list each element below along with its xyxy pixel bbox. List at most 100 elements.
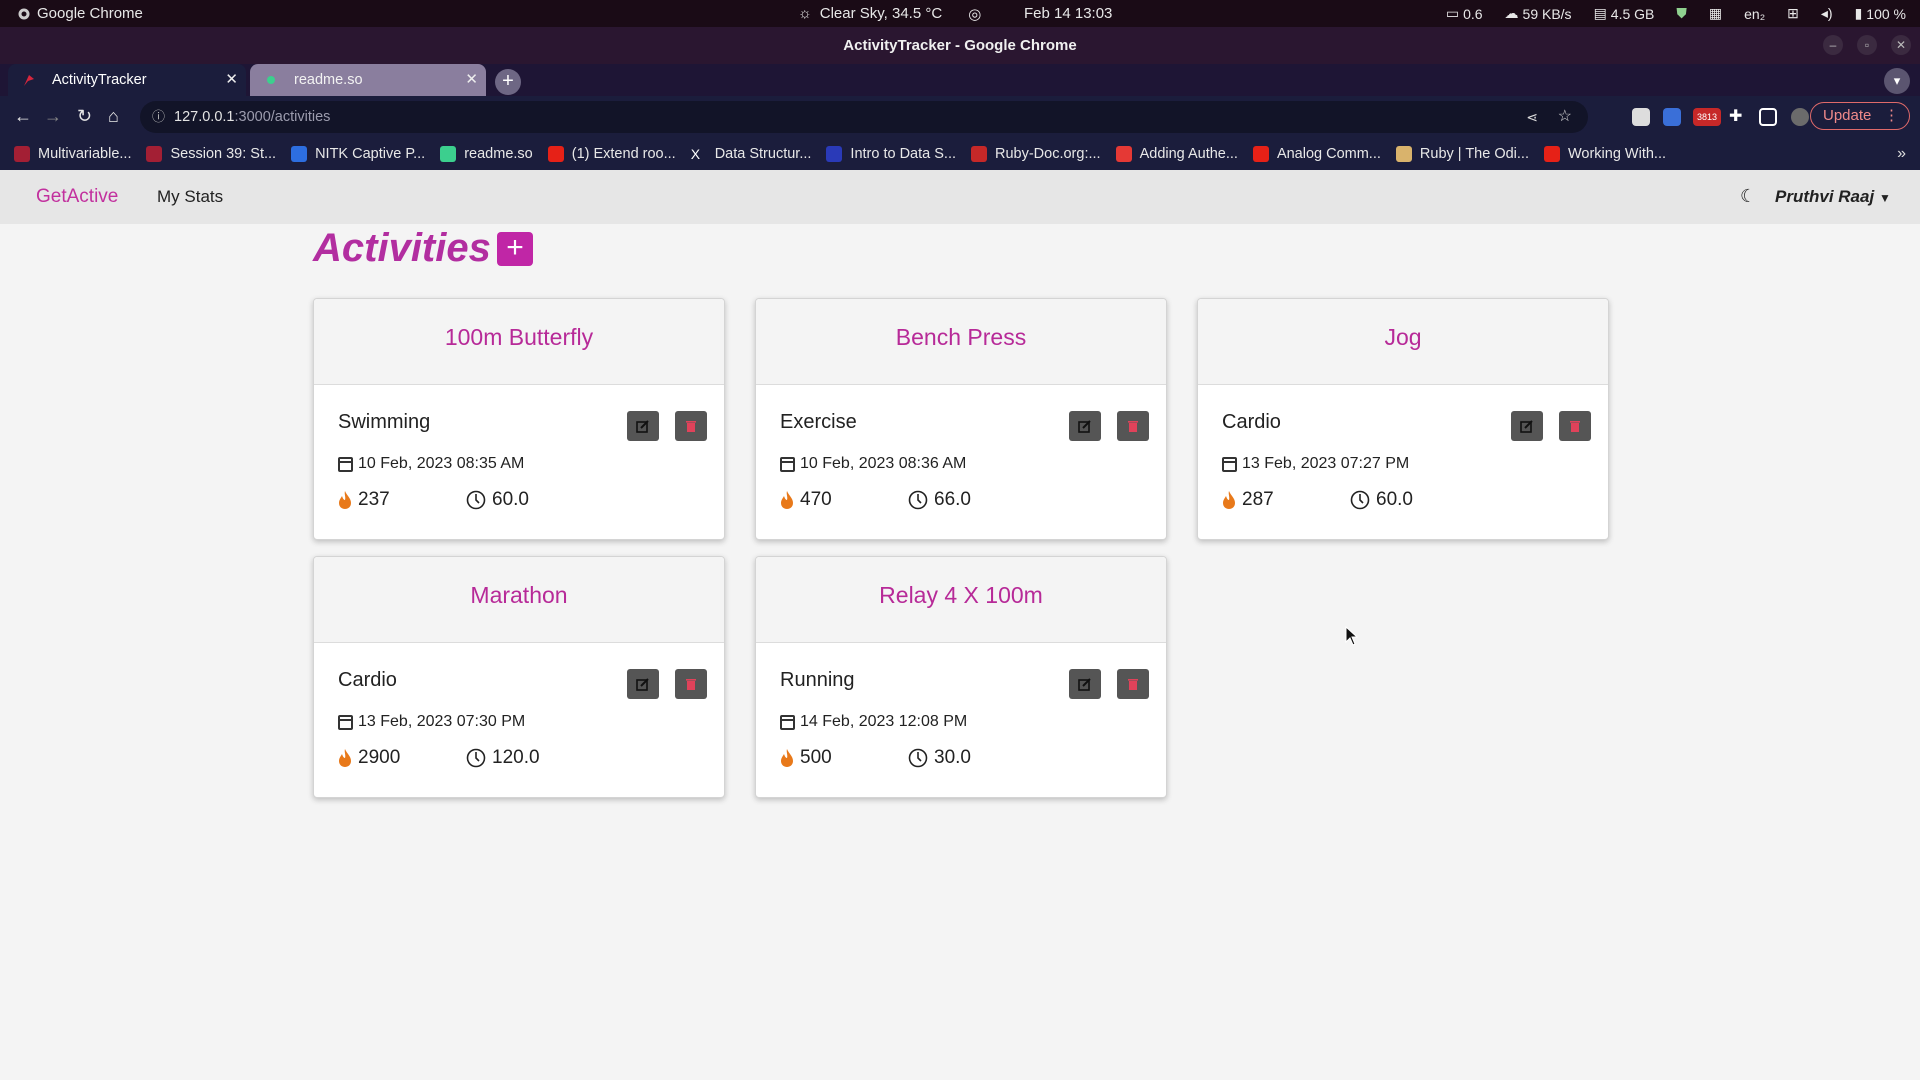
edit-button[interactable] <box>627 669 659 699</box>
extension-badge-icon[interactable]: 3813 <box>1693 108 1721 126</box>
memory-icon: ▤ <box>1593 5 1607 21</box>
delete-button[interactable] <box>1117 411 1149 441</box>
bookmark-star-icon[interactable]: ☆ <box>1558 101 1572 133</box>
sidepanel-icon[interactable] <box>1759 108 1777 126</box>
bookmark-item[interactable]: readme.so <box>440 146 533 162</box>
calories-value: 470 <box>800 489 832 510</box>
edit-button[interactable] <box>1511 411 1543 441</box>
duration-value: 66.0 <box>934 489 971 510</box>
url-path: :3000/activities <box>234 109 331 125</box>
bookmark-item[interactable]: Multivariable... <box>14 146 131 162</box>
os-app-name: Google Chrome <box>37 5 143 22</box>
os-app-menu[interactable]: Google Chrome <box>18 5 143 22</box>
bookmarks-bar: Multivariable... Session 39: St... NITK … <box>0 138 1920 170</box>
chrome-icon <box>18 8 30 19</box>
os-network[interactable]: ☁ 59 KB/s <box>1505 5 1572 22</box>
my-stats-link[interactable]: My Stats <box>157 187 223 207</box>
new-tab-button[interactable]: + <box>495 69 521 95</box>
flame-icon <box>339 491 351 509</box>
user-dropdown[interactable]: Pruthvi Raaj ▼ <box>1775 187 1891 207</box>
tab-readme[interactable]: readme.so ✕ <box>250 64 486 96</box>
bookmark-item[interactable]: Intro to Data S... <box>826 146 956 162</box>
delete-button[interactable] <box>675 411 707 441</box>
shield-icon[interactable]: ⛊ <box>1676 5 1687 22</box>
flame-icon <box>781 491 793 509</box>
trash-icon <box>1128 421 1138 432</box>
bookmark-item[interactable]: Analog Comm... <box>1252 146 1381 162</box>
os-language[interactable]: en₂ <box>1744 6 1765 22</box>
bookmark-item[interactable]: (1) Extend roo... <box>547 146 676 162</box>
delete-button[interactable] <box>1559 411 1591 441</box>
bookmark-item[interactable]: NITK Captive P... <box>291 146 425 162</box>
home-button[interactable]: ⌂ <box>108 106 119 127</box>
edit-button[interactable] <box>627 411 659 441</box>
date-text: 10 Feb, 2023 08:35 AM <box>358 455 525 472</box>
mit-icon <box>14 146 30 162</box>
site-info-icon[interactable]: ⓘ <box>152 101 165 133</box>
close-tab-icon[interactable]: ✕ <box>465 64 478 96</box>
os-load[interactable]: ▭ 0.6 <box>1446 5 1483 22</box>
close-tab-icon[interactable]: ✕ <box>225 64 238 96</box>
activity-title: Jog <box>1198 299 1608 385</box>
odin-icon <box>1395 146 1412 162</box>
edit-button[interactable] <box>1069 669 1101 699</box>
reload-button[interactable]: ↻ <box>77 106 92 127</box>
extension-new-icon[interactable] <box>1663 108 1681 126</box>
tab-search-button[interactable]: ▾ <box>1884 68 1910 94</box>
bookmark-item[interactable]: Ruby-Doc.org:... <box>971 146 1101 162</box>
forward-button[interactable]: → <box>44 106 62 127</box>
caret-down-icon: ▼ <box>1878 191 1891 205</box>
back-button[interactable]: ← <box>14 106 32 127</box>
rails-favicon-icon <box>24 75 34 86</box>
bookmark-item[interactable]: Ruby | The Odi... <box>1395 146 1529 162</box>
extension-icon[interactable] <box>1632 108 1650 126</box>
bookmark-item[interactable]: X Data Structur... <box>691 146 812 162</box>
add-activity-button[interactable]: + <box>497 232 533 266</box>
clipboard-icon[interactable]: ▦ <box>1709 5 1722 22</box>
duration-value: 30.0 <box>934 747 971 768</box>
calories-stat: 2900 <box>338 747 400 769</box>
os-weather[interactable]: ☼ Clear Sky, 34.5 °C ◎ <box>798 5 981 23</box>
tab-activitytracker[interactable]: ActivityTracker ✕ <box>8 64 246 96</box>
activity-title: Bench Press <box>756 299 1166 385</box>
bookmark-item[interactable]: Session 39: St... <box>146 146 276 162</box>
duration-value: 120.0 <box>492 747 540 768</box>
dark-mode-toggle-icon[interactable]: ☾ <box>1740 186 1756 207</box>
edit-button[interactable] <box>1069 411 1101 441</box>
calories-stat: 500 <box>780 747 832 769</box>
date-text: 14 Feb, 2023 12:08 PM <box>800 713 968 730</box>
brand-link[interactable]: GetActive <box>36 186 118 208</box>
minimize-button[interactable]: – <box>1823 35 1843 55</box>
calories-value: 2900 <box>358 747 401 768</box>
os-memory[interactable]: ▤ 4.5 GB <box>1594 5 1655 22</box>
clock-icon <box>908 748 928 768</box>
share-icon[interactable]: ⋖ <box>1526 101 1538 133</box>
edit-icon <box>1520 420 1533 433</box>
address-bar[interactable]: ⓘ 127.0.0.1:3000/activities ⋖ ☆ <box>140 101 1588 133</box>
weather-text: Clear Sky, 34.5 °C <box>819 5 943 22</box>
toolbar: ← → ↻ ⌂ ⓘ 127.0.0.1:3000/activities ⋖ ☆ … <box>0 96 1920 138</box>
bookmark-item[interactable]: Working With... <box>1543 146 1666 162</box>
network-icon[interactable]: ⊞ <box>1787 5 1799 22</box>
update-button[interactable]: Update ⋮ <box>1810 102 1910 130</box>
close-window-button[interactable]: ✕ <box>1891 35 1911 55</box>
clock-icon <box>466 748 486 768</box>
bookmark-item[interactable]: Adding Authe... <box>1115 146 1238 162</box>
sun-icon: ☼ <box>798 5 812 22</box>
volume-icon[interactable]: ◂) <box>1821 5 1833 22</box>
os-clock[interactable]: Feb 14 13:03 <box>1024 5 1112 22</box>
maximize-button[interactable]: ▫ <box>1857 35 1877 55</box>
puzzle-icon[interactable]: ✚ <box>1729 106 1747 125</box>
delete-button[interactable] <box>1117 669 1149 699</box>
activity-type: Exercise <box>780 411 857 433</box>
delete-button[interactable] <box>675 669 707 699</box>
clock-icon <box>466 490 486 510</box>
profile-avatar[interactable] <box>1791 108 1809 126</box>
activity-date: 14 Feb, 2023 12:08 PM <box>780 713 967 731</box>
ubuntu-icon: ◎ <box>968 5 982 23</box>
date-text: 13 Feb, 2023 07:27 PM <box>1242 455 1410 472</box>
os-battery[interactable]: ▮ 100 % <box>1855 5 1906 22</box>
calendar-icon <box>338 714 353 730</box>
more-bookmarks-icon[interactable]: » <box>1897 145 1906 163</box>
calendar-icon <box>780 714 795 730</box>
